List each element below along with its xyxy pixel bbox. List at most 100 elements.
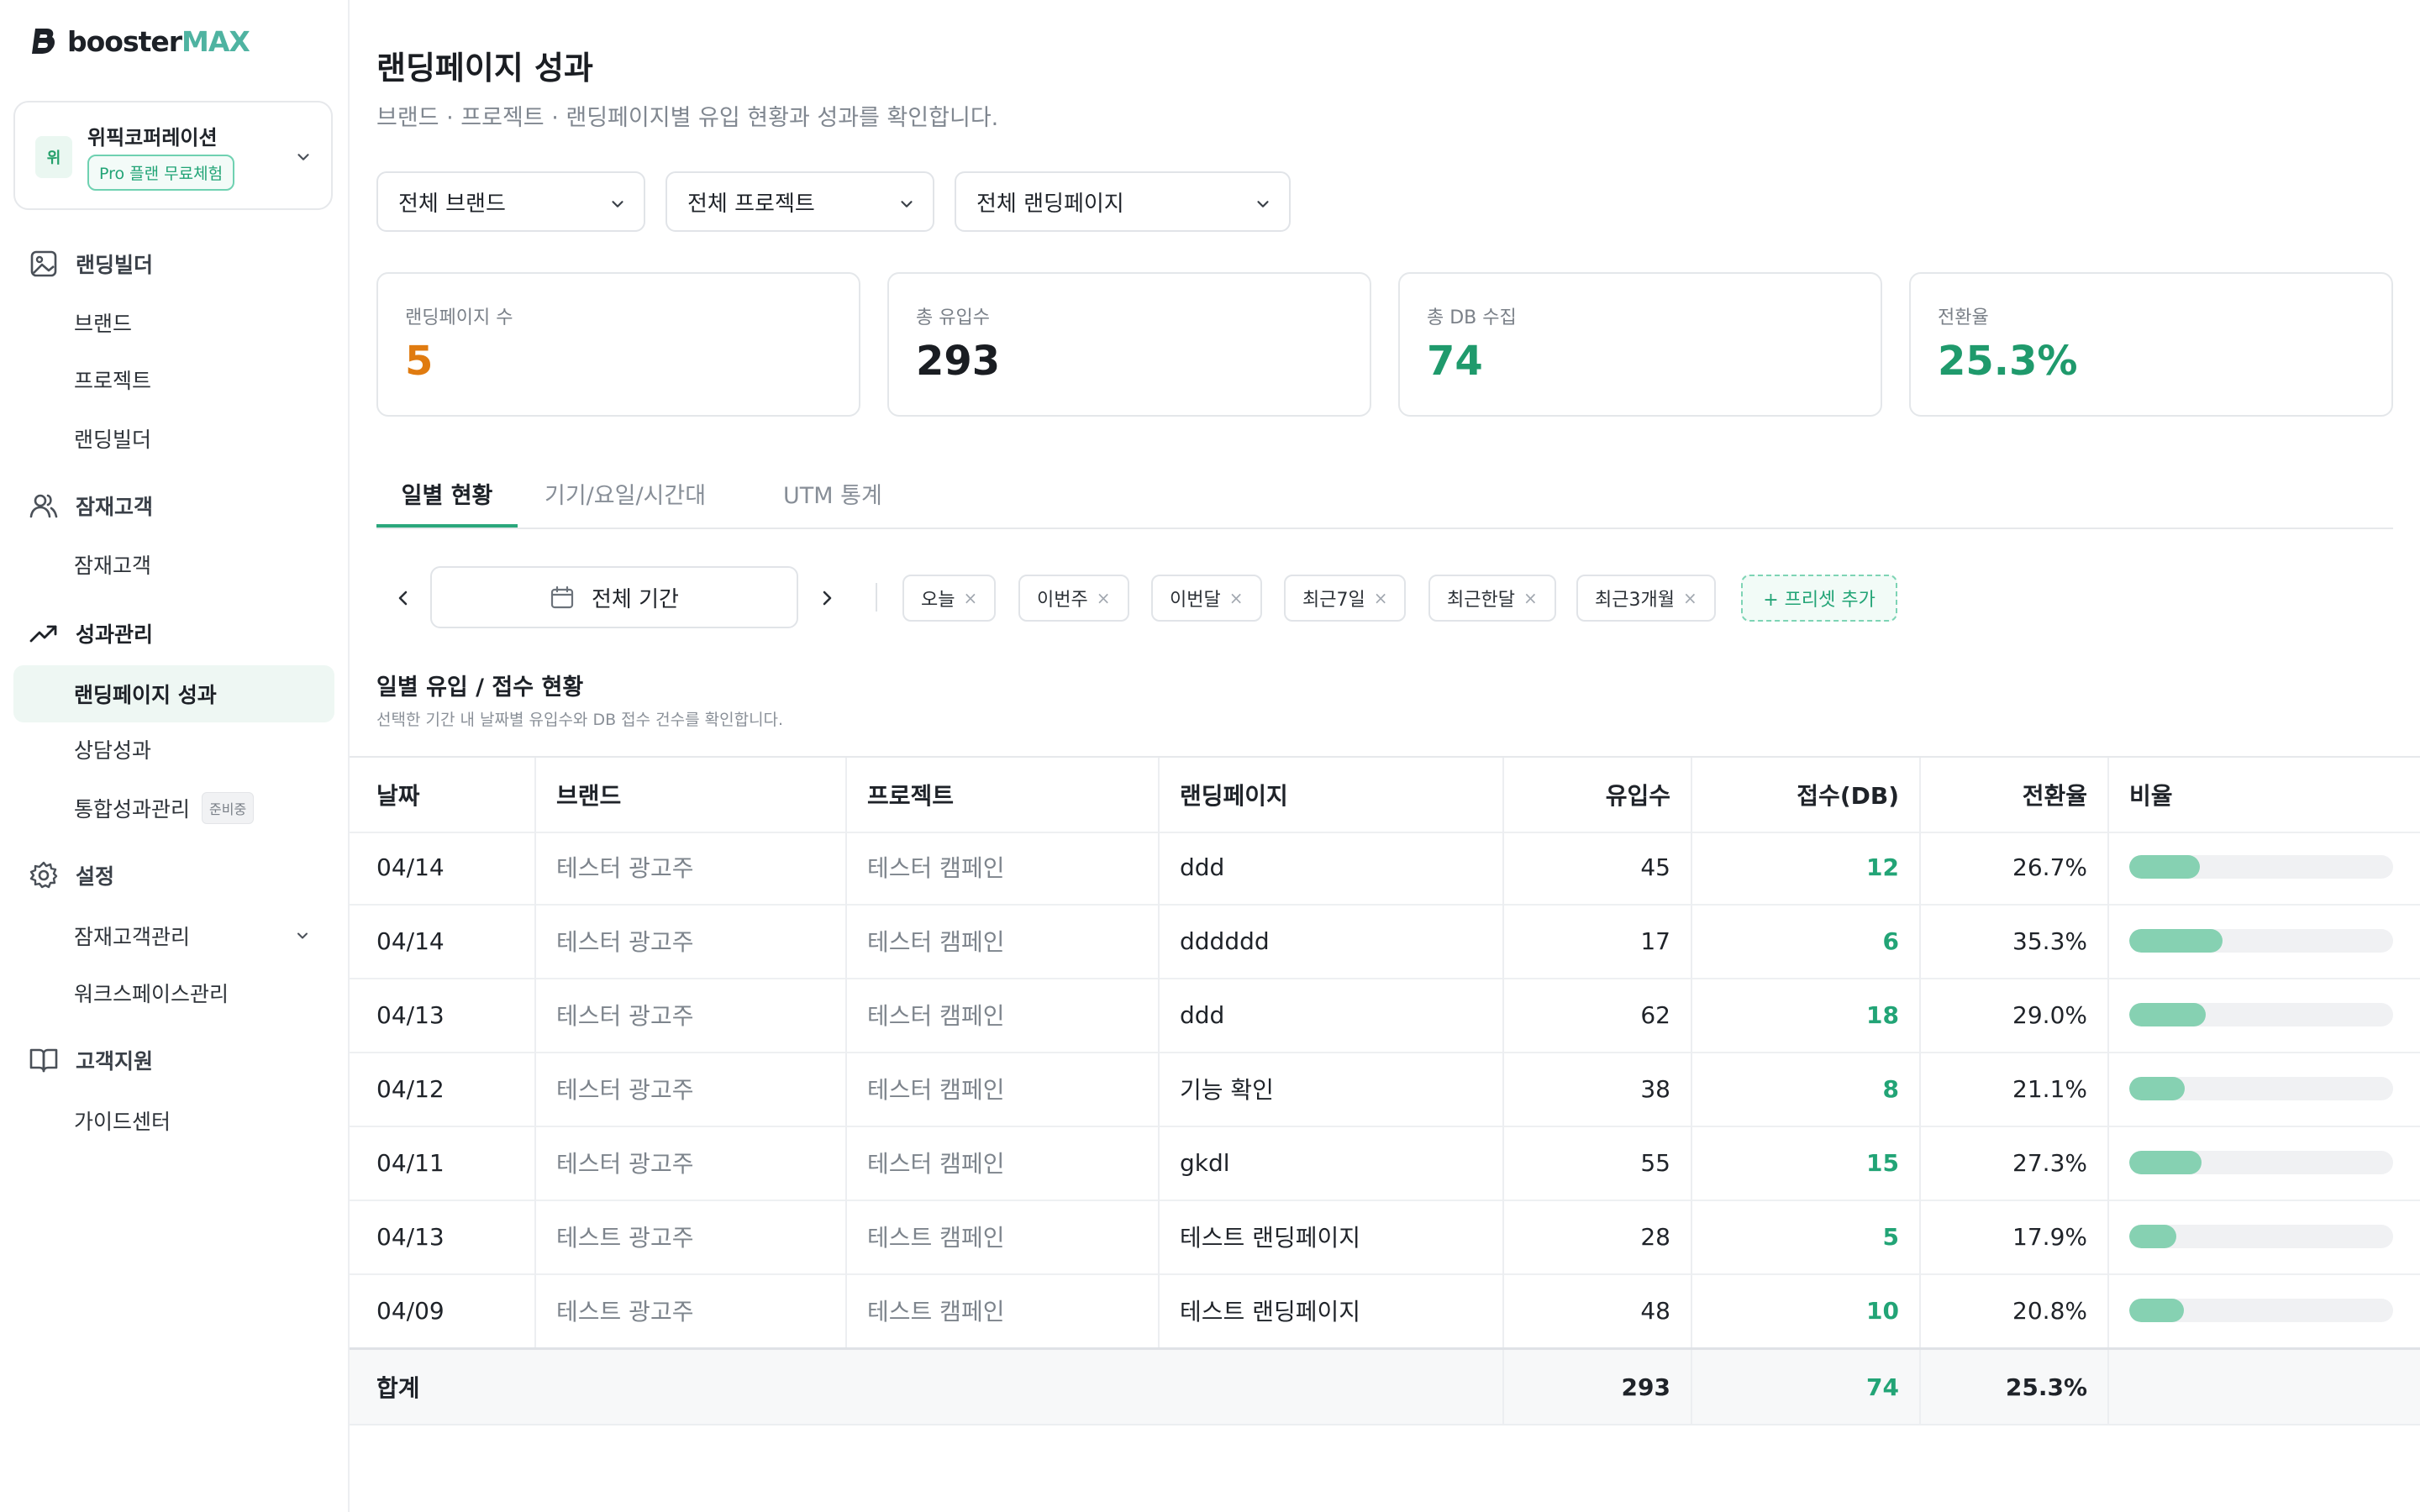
preset-chip-this-month[interactable]: 이번달 × [1151, 575, 1262, 622]
logo[interactable]: boosterMAX [30, 24, 250, 58]
tab-daily[interactable]: 일별 현황 [376, 470, 518, 528]
close-icon[interactable]: × [1097, 588, 1111, 608]
table-row[interactable]: 04/13 테스트 광고주 테스트 캠페인 테스트 랜딩페이지 28 5 17.9% [350, 1200, 2420, 1275]
column-divider [534, 1200, 536, 1273]
nav-item-prospect-management[interactable]: 잠재고객관리 [74, 919, 190, 953]
nav-section-settings[interactable]: 설정 [29, 858, 114, 892]
project-filter[interactable]: 전체 프로젝트 [666, 171, 934, 232]
cell-rate: 27.3% [2012, 1148, 2087, 1177]
column-header-db[interactable]: 접수(DB) [1692, 758, 1899, 832]
preset-chip-today[interactable]: 오늘 × [902, 575, 997, 622]
stat-label: 전환율 [1938, 307, 1989, 328]
brand-filter[interactable]: 전체 브랜드 [376, 171, 645, 232]
cell-date: 04/13 [376, 1222, 445, 1251]
landing-filter[interactable]: 전체 랜딩페이지 [955, 171, 1291, 232]
nav-section-performance[interactable]: 성과관리 [29, 617, 153, 650]
stat-value: 25.3% [1938, 338, 2078, 385]
cell-rate: 29.0% [2012, 1000, 2087, 1029]
cell-landing: 테스트 랜딩페이지 [1180, 1298, 1360, 1326]
prev-period-button[interactable] [387, 575, 420, 622]
nav-section-prospects[interactable]: 잠재고객 [29, 489, 153, 522]
ratio-bar-fill [2129, 1003, 2206, 1026]
ratio-bar-fill [2129, 1151, 2202, 1174]
gear-icon [29, 861, 58, 889]
cell-ratio [2129, 978, 2393, 1052]
nav-item-landing-builder[interactable]: 랜딩빌더 [74, 422, 151, 455]
nav-item-integrated-performance[interactable]: 통합성과관리 준비중 [74, 791, 255, 825]
close-icon[interactable]: × [1523, 588, 1538, 608]
preset-chip-last-month[interactable]: 최근한달 × [1428, 575, 1556, 622]
coming-soon-badge: 준비중 [202, 792, 255, 824]
cell-landing: dddddd [1180, 927, 1270, 955]
sidebar: boosterMAX 위 위픽코퍼레이션 Pro 플랜 무료체험 랜딩빌더 브랜… [0, 0, 350, 1512]
cell-db: 15 [1866, 1148, 1899, 1177]
nav-item-consult-performance[interactable]: 상담성과 [74, 732, 151, 766]
nav-section-support[interactable]: 고객지원 [29, 1043, 153, 1077]
ratio-bar-track [2129, 1299, 2393, 1322]
table-row[interactable]: 04/13 테스터 광고주 테스터 캠페인 ddd 62 18 29.0% [350, 978, 2420, 1053]
column-divider [2107, 1052, 2109, 1126]
column-divider [1158, 830, 1160, 904]
column-divider [2107, 1200, 2109, 1273]
ratio-bar-track [2129, 1151, 2393, 1174]
column-divider [534, 830, 536, 904]
logo-text: booster [67, 24, 182, 58]
page-subtitle: 브랜드 · 프로젝트 · 랜딩페이지별 유입 현황과 성과를 확인합니다. [376, 105, 999, 131]
book-icon [29, 1048, 58, 1073]
column-header-landing[interactable]: 랜딩페이지 [1180, 758, 1288, 832]
table-row[interactable]: 04/12 테스터 광고주 테스터 캠페인 기능 확인 38 8 21.1% [350, 1052, 2420, 1127]
close-icon[interactable]: × [1374, 588, 1388, 608]
column-header-date[interactable]: 날짜 [376, 758, 420, 832]
nav-item-brand[interactable]: 브랜드 [74, 306, 132, 339]
column-divider [845, 1126, 847, 1200]
cell-brand: 테스터 광고주 [556, 1002, 694, 1030]
column-header-rate[interactable]: 전환율 [1921, 758, 2087, 832]
project-filter-value: 전체 프로젝트 [687, 191, 815, 217]
close-icon[interactable]: × [963, 588, 977, 608]
workspace-switcher[interactable]: 위 위픽코퍼레이션 Pro 플랜 무료체험 [13, 101, 333, 210]
plan-badge[interactable]: Pro 플랜 무료체험 [87, 155, 235, 191]
cell-ratio [2129, 830, 2393, 904]
ratio-bar-track [2129, 929, 2393, 953]
nav-section-label: 랜딩빌더 [76, 253, 154, 277]
cell-project: 테스터 캠페인 [867, 928, 1005, 956]
column-divider [1158, 1200, 1160, 1273]
column-header-visits[interactable]: 유입수 [1504, 758, 1670, 832]
next-period-button[interactable] [810, 575, 844, 622]
nav-item-workspace-management[interactable]: 워크스페이스관리 [74, 976, 229, 1010]
table-row[interactable]: 04/14 테스터 광고주 테스터 캠페인 dddddd 17 6 35.3% [350, 904, 2420, 979]
table-row[interactable]: 04/14 테스터 광고주 테스터 캠페인 ddd 45 12 26.7% [350, 830, 2420, 906]
nav-item-prospects[interactable]: 잠재고객 [74, 548, 151, 581]
column-header-brand[interactable]: 브랜드 [556, 758, 621, 832]
cell-project: 테스터 캠페인 [867, 1076, 1005, 1104]
nav-section-landing-builder[interactable]: 랜딩빌더 [29, 247, 153, 281]
column-divider [845, 1052, 847, 1126]
column-header-ratio: 비율 [2129, 782, 2173, 810]
chevron-down-icon [297, 154, 309, 160]
cell-project: 테스트 캠페인 [867, 1224, 1005, 1252]
nav-item-landing-performance[interactable]: 랜딩페이지 성과 [13, 665, 334, 722]
preset-chip-last-3-months[interactable]: 최근3개월 × [1576, 575, 1716, 622]
nav-item-guide-center[interactable]: 가이드센터 [74, 1104, 171, 1137]
total-visits: 293 [1621, 1373, 1670, 1401]
cell-db: 18 [1866, 1000, 1899, 1029]
chevron-down-icon [1257, 201, 1269, 207]
tab-device-day-time[interactable]: 기기/요일/시간대 [544, 470, 706, 528]
add-preset-button[interactable]: + 프리셋 추가 [1741, 575, 1897, 622]
tab-utm[interactable]: UTM 통계 [783, 470, 882, 528]
date-range-picker[interactable]: 전체 기간 [430, 566, 798, 628]
table-row[interactable]: 04/09 테스트 광고주 테스트 캠페인 테스트 랜딩페이지 48 10 20.8% [350, 1273, 2420, 1349]
close-icon[interactable]: × [1229, 588, 1244, 608]
preset-chip-this-week[interactable]: 이번주 × [1018, 575, 1129, 622]
ratio-bar-track [2129, 1225, 2393, 1248]
table-row[interactable]: 04/11 테스터 광고주 테스터 캠페인 gkdl 55 15 27.3% [350, 1126, 2420, 1201]
workspace-avatar: 위 [35, 136, 72, 178]
close-icon[interactable]: × [1683, 588, 1697, 608]
chevron-down-icon[interactable] [294, 927, 311, 944]
landing-filter-value: 전체 랜딩페이지 [976, 191, 1124, 217]
column-divider [845, 904, 847, 978]
column-header-project[interactable]: 프로젝트 [867, 758, 954, 832]
nav-item-project[interactable]: 프로젝트 [74, 363, 151, 396]
preset-chip-last-7-days[interactable]: 최근7일 × [1284, 575, 1407, 622]
nav-section-label: 잠재고객 [76, 495, 154, 519]
